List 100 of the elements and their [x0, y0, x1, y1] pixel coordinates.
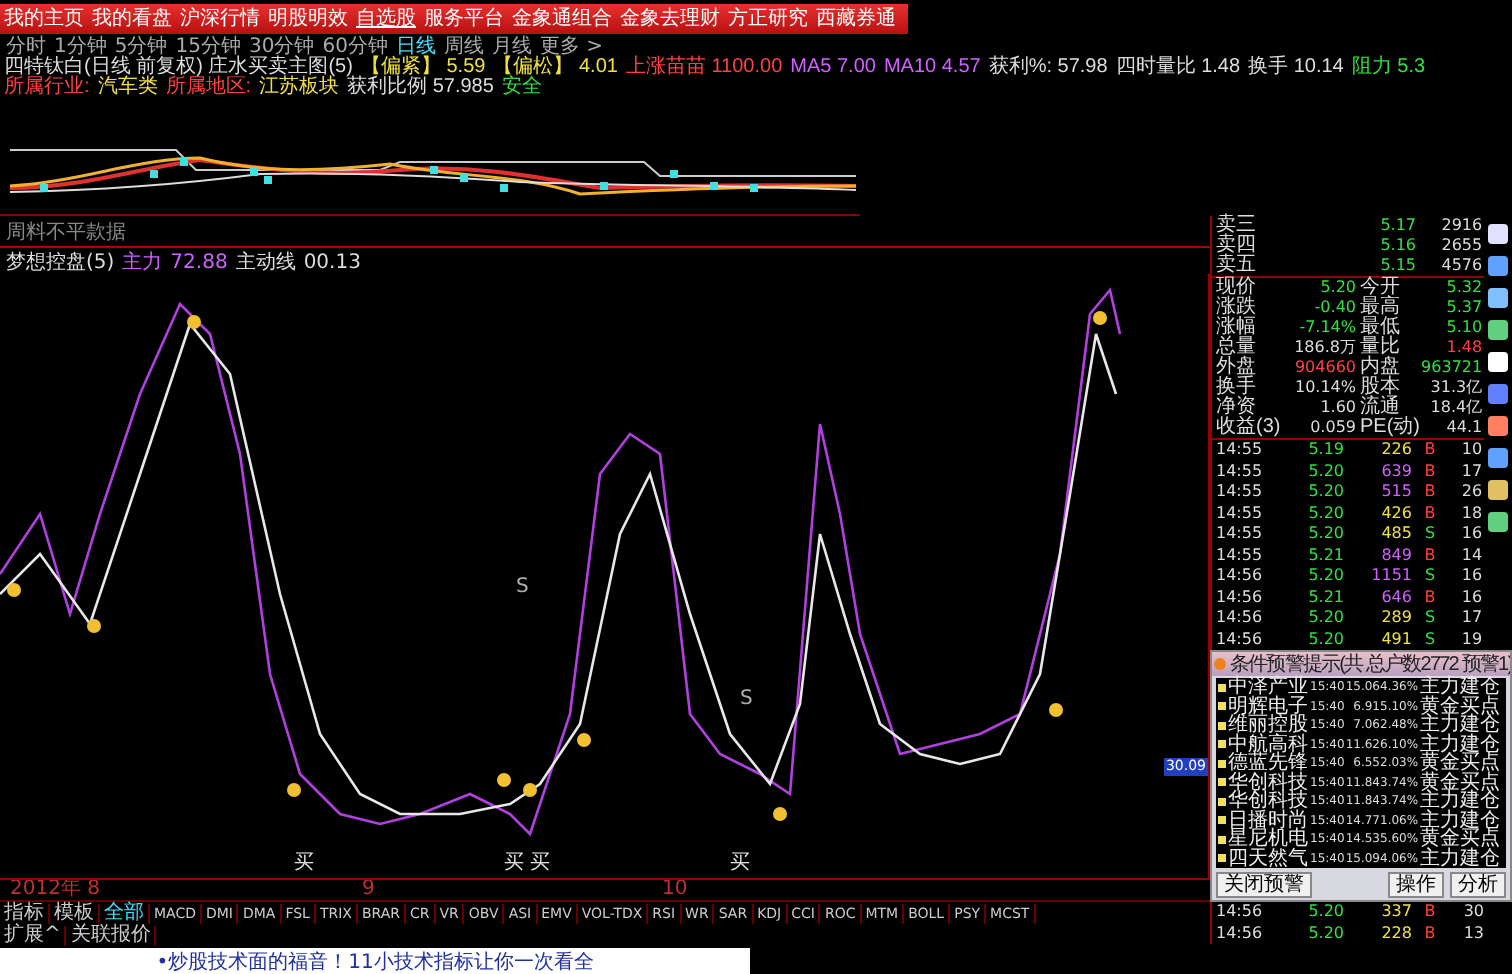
stat-value: 0.059 — [1308, 418, 1356, 438]
stat-value: -7.14% — [1297, 318, 1356, 338]
trade-volume: 289 — [1379, 608, 1412, 629]
indicator-tab[interactable]: 模板 — [50, 903, 100, 923]
period-tab[interactable]: 日线 — [395, 36, 436, 58]
trade-price: 5.20 — [1306, 503, 1344, 524]
buy-marker: 买 — [294, 854, 314, 874]
indicator-tab[interactable]: 全部 — [100, 903, 150, 923]
trade-volume: 226 — [1379, 440, 1412, 461]
stat-value: 5.20 — [1318, 278, 1356, 298]
alert-signal: 主力建仓 — [1420, 792, 1500, 811]
indicator-main-label: 主力 — [122, 252, 163, 274]
nav-tab[interactable]: 我的看盘 — [88, 6, 176, 32]
stat-value: 1.48 — [1444, 338, 1485, 358]
alert-button[interactable]: 关闭预警 — [1216, 872, 1312, 898]
toolbar-icon[interactable] — [1488, 320, 1509, 340]
stat-label: 今开 — [1358, 278, 1402, 298]
buy-marker: 买 — [730, 854, 750, 874]
signal-dot — [577, 733, 591, 747]
nav-tab[interactable]: 西藏券通 — [812, 6, 900, 32]
period-tab[interactable]: 1分钟 — [54, 36, 107, 58]
stat-label: 最高 — [1358, 298, 1402, 318]
trade-count: 26 — [1459, 482, 1485, 503]
signal-dot — [1049, 703, 1063, 717]
toolbar-icon[interactable] — [1488, 256, 1509, 276]
signal-dot — [773, 807, 787, 821]
info-text: 阻力 5.3 — [1351, 58, 1426, 78]
trade-volume: 491 — [1379, 629, 1412, 650]
alert-signal: 黄金买点 — [1420, 830, 1500, 849]
stat-label: 现价 — [1214, 278, 1258, 298]
trade-price: 5.20 — [1306, 566, 1344, 587]
alert-button[interactable]: 分析 — [1450, 872, 1506, 898]
trade-count: 10 — [1459, 440, 1485, 461]
order-price: 5.16 — [1378, 236, 1416, 256]
stock-name: 日播时尚 — [1228, 811, 1310, 830]
info-text: 【偏松】 4.01 — [493, 58, 618, 78]
nav-tab[interactable]: 服务平台 — [420, 6, 508, 32]
nav-tab[interactable]: 方正研究 — [724, 6, 812, 32]
panel-tab[interactable]: 关联报价 — [66, 925, 157, 945]
trade-time: 14:56 — [1214, 923, 1265, 944]
panel-tab[interactable]: 扩展^ — [0, 925, 67, 945]
trade-time: 14:56 — [1214, 902, 1265, 923]
stat-value: 186.8万 — [1292, 338, 1356, 358]
signal-dot — [187, 315, 201, 329]
stat-label: 总量 — [1214, 338, 1258, 358]
chart-note: 周料不平款据 — [6, 219, 126, 245]
indicator-main-value: 72.88 — [170, 252, 228, 274]
stat-label: 收益(3) — [1214, 418, 1283, 438]
stat-label: 换手 — [1214, 378, 1258, 398]
period-tab[interactable]: 周线 — [443, 36, 484, 58]
stat-label: 涨跌 — [1214, 298, 1258, 318]
period-tab[interactable]: 60分钟 — [322, 36, 388, 58]
alert-signal: 主力建仓 — [1420, 849, 1500, 868]
toolbar-icon[interactable] — [1488, 288, 1509, 308]
stat-label: PE(动) — [1358, 418, 1420, 438]
trade-side: B — [1422, 461, 1438, 482]
trade-side: B — [1422, 482, 1438, 503]
toolbar-icon[interactable] — [1488, 480, 1509, 500]
info-text: 四时量比 1.48 — [1115, 58, 1241, 78]
stat-label: 股本 — [1358, 378, 1402, 398]
period-tab[interactable]: 更多 > — [539, 36, 604, 58]
signal-dot — [287, 783, 301, 797]
period-tab[interactable]: 分时 — [6, 36, 46, 58]
order-volume: 2916 — [1439, 216, 1485, 236]
toolbar-icon[interactable] — [1488, 352, 1509, 372]
alert-signal: 黄金买点 — [1420, 754, 1500, 773]
toolbar-icon[interactable] — [1488, 448, 1509, 468]
trade-time: 14:56 — [1214, 566, 1265, 587]
nav-tab[interactable]: 金象通组合 — [508, 6, 616, 32]
trade-count: 16 — [1459, 524, 1485, 545]
period-tab[interactable]: 15分钟 — [175, 36, 241, 58]
period-tab[interactable]: 30分钟 — [248, 36, 315, 58]
toolbar-icon[interactable] — [1488, 384, 1509, 404]
order-label: 卖四 — [1214, 236, 1258, 256]
trade-count: 13 — [1461, 923, 1486, 944]
nav-tab[interactable]: 自选股 — [352, 6, 420, 32]
stat-value: 18.4亿 — [1428, 398, 1485, 418]
trade-count: 16 — [1459, 587, 1485, 608]
nav-tab[interactable]: 我的主页 — [0, 6, 88, 32]
nav-tab[interactable]: 沪深行情 — [176, 6, 264, 32]
period-tab[interactable]: 5分钟 — [114, 36, 168, 58]
trade-side: B — [1422, 440, 1438, 461]
nav-tab[interactable]: 金象去理财 — [616, 6, 724, 32]
toolbar-icon[interactable] — [1488, 416, 1509, 436]
nav-tab[interactable]: 明股明效 — [264, 6, 352, 32]
alert-signal: 主力建仓 — [1420, 735, 1500, 754]
alert-button[interactable]: 操作 — [1388, 872, 1444, 898]
toolbar-icon[interactable] — [1488, 224, 1509, 244]
period-tab[interactable]: 月线 — [491, 36, 532, 58]
trade-side: S — [1422, 524, 1438, 545]
trade-count: 17 — [1459, 461, 1485, 482]
toolbar-icon[interactable] — [1488, 512, 1509, 532]
trade-side: B — [1422, 587, 1438, 608]
trade-volume: 1151 — [1369, 566, 1412, 587]
trade-side: S — [1422, 629, 1438, 650]
indicator-name: 梦想控盘(5) — [6, 252, 115, 274]
stat-value: 5.37 — [1444, 298, 1485, 318]
alert-signal: 主力建仓 — [1420, 811, 1500, 830]
indicator-tab[interactable]: 指标 — [0, 903, 50, 923]
alert-signal: 黄金买点 — [1420, 697, 1500, 716]
